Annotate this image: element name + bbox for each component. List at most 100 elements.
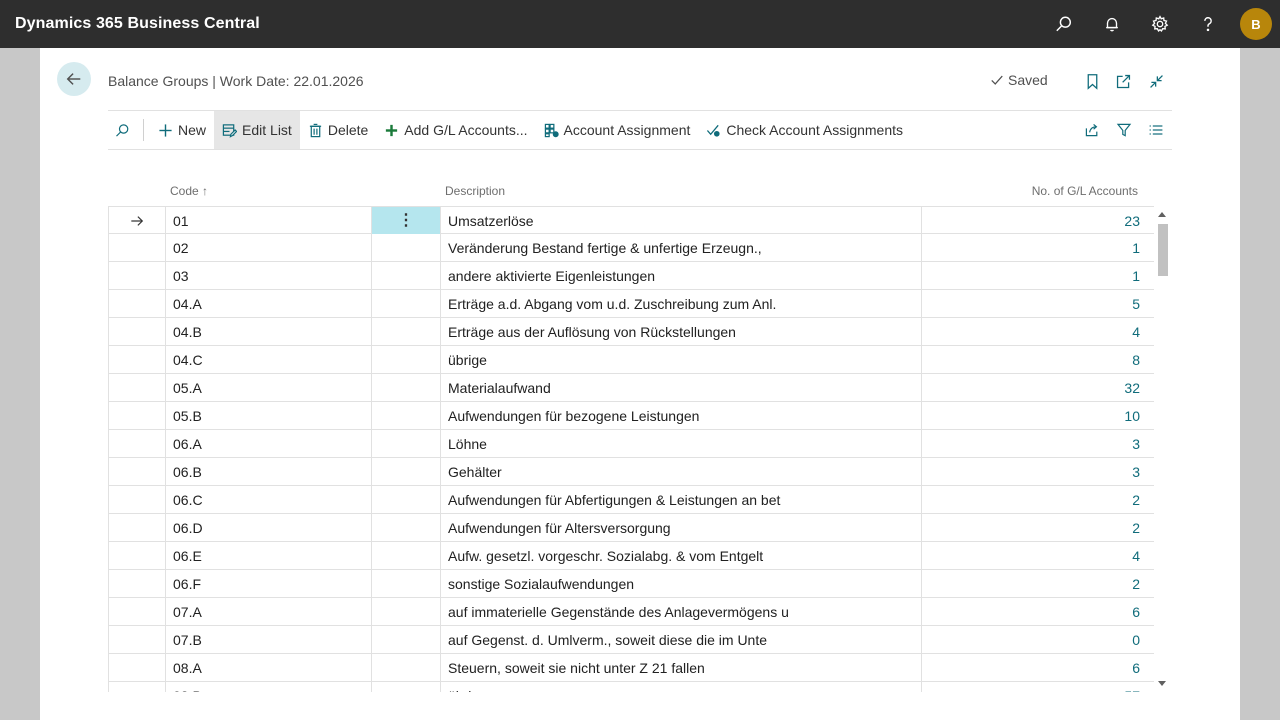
row-indicator[interactable] [109,486,165,513]
row-menu[interactable] [371,318,440,345]
cell-description[interactable]: übrige [440,682,921,692]
row-indicator[interactable] [109,402,165,429]
vertical-scrollbar[interactable] [1154,206,1172,692]
more-options-icon[interactable]: ⋮ [398,212,414,229]
table-row[interactable]: 06.E Aufw. gesetzl. vorgeschr. Sozialabg.… [109,542,1154,570]
cell-code[interactable]: 06.A [165,430,371,457]
cell-code[interactable]: 08.B [165,682,371,692]
cell-code[interactable]: 08.A [165,654,371,681]
row-menu[interactable] [371,486,440,513]
table-row[interactable]: 06.B Gehälter 3 [109,458,1154,486]
row-menu[interactable] [371,598,440,625]
row-indicator[interactable] [109,318,165,345]
cell-gl-account-count[interactable]: 3 [921,430,1154,457]
table-row[interactable]: 04.B Erträge aus der Auflösung von Rückst… [109,318,1154,346]
cell-description[interactable]: Materialaufwand [440,374,921,401]
share-icon[interactable] [1076,111,1108,149]
cell-code[interactable]: 06.C [165,486,371,513]
row-indicator[interactable] [109,682,165,692]
row-indicator[interactable] [109,626,165,653]
cell-description[interactable]: Gehälter [440,458,921,485]
row-menu[interactable] [371,514,440,541]
table-row[interactable]: 06.C Aufwendungen für Abfertigungen & Lei… [109,486,1154,514]
bell-icon[interactable] [1088,0,1136,48]
user-avatar[interactable]: B [1240,8,1272,40]
row-menu[interactable] [371,290,440,317]
cell-gl-account-count[interactable]: 4 [921,318,1154,345]
table-row[interactable]: 07.A auf immaterielle Gegenstände des Anl… [109,598,1154,626]
cell-description[interactable]: Steuern, soweit sie nicht unter Z 21 fal… [440,654,921,681]
cell-description[interactable]: Aufw. gesetzl. vorgeschr. Sozialabg. & v… [440,542,921,569]
app-brand[interactable]: Dynamics 365 Business Central [0,15,1040,33]
table-row[interactable]: 03 andere aktivierte Eigenleistungen 1 [109,262,1154,290]
table-row[interactable]: 08.B übrige57 [109,682,1154,692]
column-header-description[interactable]: Description [445,184,505,198]
cell-description[interactable]: auf Gegenst. d. Umlverm., soweit diese d… [440,626,921,653]
cell-description[interactable]: Veränderung Bestand fertige & unfertige … [440,234,921,261]
add-gl-accounts-button[interactable]: Add G/L Accounts... [376,111,535,149]
row-menu[interactable] [371,374,440,401]
search-icon[interactable] [1040,0,1088,48]
cell-gl-account-count[interactable]: 2 [921,486,1154,513]
cell-description[interactable]: Aufwendungen für Abfertigungen & Leistun… [440,486,921,513]
cell-gl-account-count[interactable]: 3 [921,458,1154,485]
table-row[interactable]: 04.A Erträge a.d. Abgang vom u.d. Zuschre… [109,290,1154,318]
table-row[interactable]: 06.A Löhne 3 [109,430,1154,458]
row-indicator[interactable] [109,290,165,317]
table-row[interactable]: 07.B auf Gegenst. d. Umlverm., soweit die… [109,626,1154,654]
open-new-window-icon[interactable] [1112,70,1134,92]
cell-gl-account-count[interactable]: 5 [921,290,1154,317]
table-row[interactable]: 01 ⋮ Umsatzerlöse 23 [109,206,1154,234]
row-indicator[interactable] [109,542,165,569]
list-search-button[interactable] [108,111,137,149]
row-menu[interactable] [371,346,440,373]
cell-description[interactable]: übrige [440,346,921,373]
scroll-up-icon[interactable] [1158,212,1166,217]
cell-gl-account-count[interactable]: 2 [921,514,1154,541]
cell-description[interactable]: Aufwendungen für Altersversorgung [440,514,921,541]
row-menu[interactable] [371,262,440,289]
table-row[interactable]: 02 Veränderung Bestand fertige & unfertig… [109,234,1154,262]
cell-gl-account-count[interactable]: 1 [921,234,1154,261]
scrollbar-thumb[interactable] [1158,224,1168,276]
row-indicator[interactable] [109,207,165,234]
row-indicator[interactable] [109,262,165,289]
cell-gl-account-count[interactable]: 6 [921,598,1154,625]
cell-gl-account-count[interactable]: 2 [921,570,1154,597]
row-indicator[interactable] [109,570,165,597]
row-menu[interactable]: ⋮ [371,207,440,234]
cell-code[interactable]: 06.B [165,458,371,485]
cell-code[interactable]: 07.A [165,598,371,625]
delete-button[interactable]: Delete [300,111,376,149]
row-menu[interactable] [371,542,440,569]
row-indicator[interactable] [109,430,165,457]
cell-gl-account-count[interactable]: 8 [921,346,1154,373]
cell-description[interactable]: sonstige Sozialaufwendungen [440,570,921,597]
cell-description[interactable]: andere aktivierte Eigenleistungen [440,262,921,289]
row-menu[interactable] [371,626,440,653]
cell-description[interactable]: auf immaterielle Gegenstände des Anlagev… [440,598,921,625]
table-row[interactable]: 08.A Steuern, soweit sie nicht unter Z 21… [109,654,1154,682]
cell-code[interactable]: 01 [165,207,371,234]
row-indicator[interactable] [109,598,165,625]
row-indicator[interactable] [109,374,165,401]
cell-description[interactable]: Löhne [440,430,921,457]
edit-list-button[interactable]: Edit List [214,111,300,149]
row-menu[interactable] [371,682,440,692]
row-indicator[interactable] [109,234,165,261]
cell-code[interactable]: 07.B [165,626,371,653]
table-row[interactable]: 05.B Aufwendungen für bezogene Leistungen… [109,402,1154,430]
row-menu[interactable] [371,654,440,681]
back-button[interactable] [57,62,91,96]
row-menu[interactable] [371,430,440,457]
new-button[interactable]: New [150,111,214,149]
cell-description[interactable]: Aufwendungen für bezogene Leistungen [440,402,921,429]
cell-gl-account-count[interactable]: 6 [921,654,1154,681]
cell-gl-account-count[interactable]: 32 [921,374,1154,401]
row-indicator[interactable] [109,458,165,485]
row-indicator[interactable] [109,654,165,681]
cell-code[interactable]: 06.E [165,542,371,569]
cell-gl-account-count[interactable]: 0 [921,626,1154,653]
cell-gl-account-count[interactable]: 10 [921,402,1154,429]
cell-code[interactable]: 02 [165,234,371,261]
